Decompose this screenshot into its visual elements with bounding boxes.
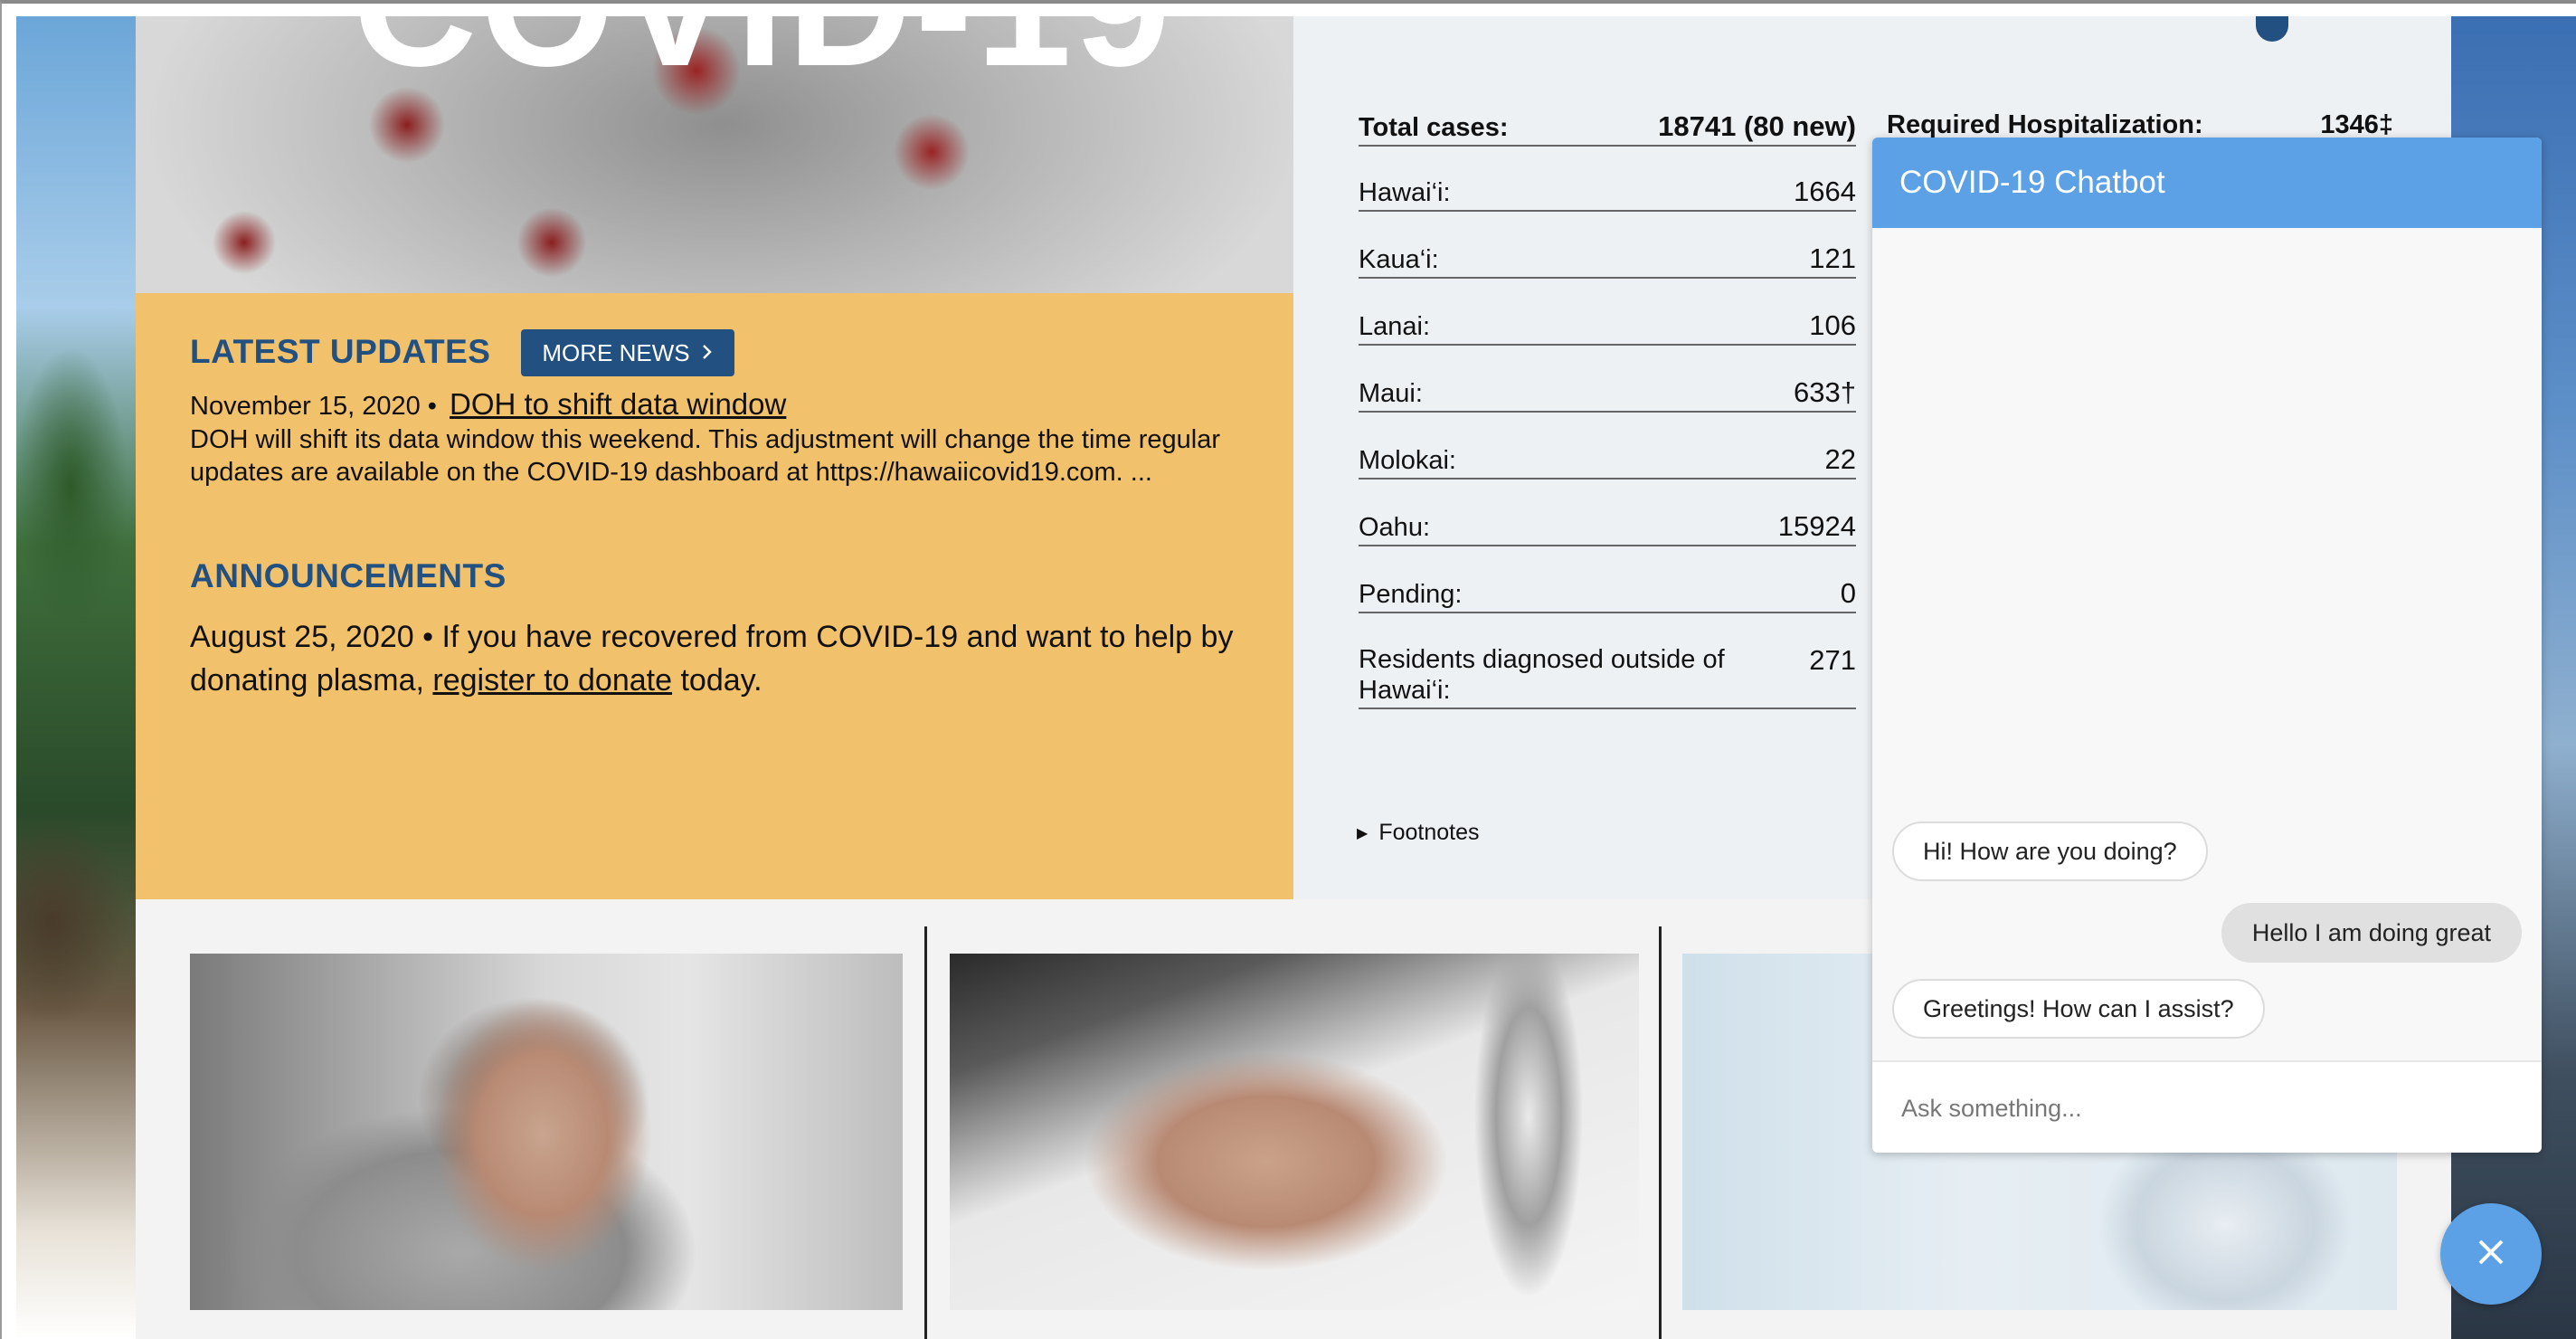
hero-title: COVID-19 <box>353 16 1174 105</box>
hospitalization-label: Required Hospitalization: <box>1887 110 2203 139</box>
stats-row: Hawai‘i: 1664 <box>1359 176 1856 212</box>
stats-row-label: Hawai‘i: <box>1359 178 1451 207</box>
more-news-label: MORE NEWS <box>542 338 690 366</box>
chat-message-bot: Hi! How are you doing? <box>1892 821 2208 881</box>
stats-row-label: Molokai: <box>1359 446 1456 475</box>
photo-divider <box>924 926 927 1339</box>
handwashing-photo[interactable] <box>950 954 1639 1310</box>
stats-row-value: 633† <box>1794 376 1856 408</box>
chatbot-header: COVID-19 Chatbot <box>1872 138 2542 228</box>
stats-row: Maui: 633† <box>1359 376 1856 413</box>
stats-row-value: 121 <box>1809 242 1856 274</box>
announcement-text: August 25, 2020 • If you have recovered … <box>190 615 1248 702</box>
announcement-text-after: today. <box>680 663 762 698</box>
chat-message-user: Hello I am doing great <box>2221 903 2522 963</box>
stats-row-label: Oahu: <box>1359 513 1430 542</box>
news-title-link[interactable]: DOH to shift data window <box>450 387 786 421</box>
news-date: November 15, 2020 • <box>190 392 437 421</box>
close-icon <box>2473 1226 2509 1282</box>
chat-input[interactable] <box>1899 1087 2518 1129</box>
stats-row-label: Maui: <box>1359 379 1423 408</box>
stats-row: Oahu: 15924 <box>1359 510 1856 546</box>
chatbot-window: COVID-19 Chatbot Hi! How are you doing? … <box>1872 138 2542 1153</box>
hero-virus-image: COVID-19 <box>136 16 1293 293</box>
woman-coughing-photo[interactable] <box>190 954 903 1310</box>
footnotes-label: Footnotes <box>1378 820 1480 845</box>
stats-row: Residents diagnosed outside of Hawai‘i: … <box>1359 644 1856 709</box>
total-cases-value: 18741 (80 new) <box>1658 110 1856 142</box>
photo-divider <box>1659 926 1662 1339</box>
chat-message-bot: Greetings! How can I assist? <box>1892 979 2265 1039</box>
stats-row: Lanai: 106 <box>1359 309 1856 346</box>
chevron-right-icon <box>701 339 714 367</box>
stats-row-label: Residents diagnosed outside of Hawai‘i: <box>1359 645 1725 705</box>
more-news-button[interactable]: MORE NEWS <box>521 329 734 376</box>
footnotes-toggle[interactable]: ▶ Footnotes <box>1357 820 1480 846</box>
announcements-heading: ANNOUNCEMENTS <box>190 557 507 594</box>
latest-updates-heading: LATEST UPDATES <box>190 333 491 370</box>
disclosure-triangle-icon: ▶ <box>1357 825 1368 841</box>
news-summary: DOH will shift its data window this week… <box>190 425 1221 487</box>
hospitalization-value: 1346‡ <box>2320 110 2393 139</box>
chat-input-bar <box>1872 1060 2542 1153</box>
hospitalization-row: Required Hospitalization: 1346‡ <box>1887 110 2393 140</box>
chatbot-title: COVID-19 Chatbot <box>1899 165 2165 200</box>
stats-row-label: Kaua‘i: <box>1359 245 1439 274</box>
stats-row: Kaua‘i: 121 <box>1359 242 1856 279</box>
total-cases-label: Total cases: <box>1359 113 1509 142</box>
register-to-donate-link[interactable]: register to donate <box>432 663 672 698</box>
stats-row-value: 15924 <box>1777 510 1856 542</box>
updates-section: LATEST UPDATES MORE NEWS November 15, 20… <box>136 293 1293 899</box>
stats-row-label: Pending: <box>1359 580 1463 609</box>
stats-row-label: Lanai: <box>1359 312 1431 341</box>
stats-total-row: Total cases: 18741 (80 new) <box>1359 110 1856 147</box>
news-item-header: November 15, 2020 • DOH to shift data wi… <box>190 387 786 422</box>
stats-row-value: 0 <box>1840 577 1856 609</box>
stats-row-value: 271 <box>1809 644 1856 676</box>
stats-row-value: 1664 <box>1794 176 1856 207</box>
stats-row-value: 106 <box>1809 309 1856 341</box>
close-chat-button[interactable] <box>2440 1203 2542 1305</box>
stats-row: Pending: 0 <box>1359 577 1856 613</box>
map-pin-icon <box>2256 16 2288 42</box>
stats-row: Molokai: 22 <box>1359 443 1856 480</box>
stats-row-value: 22 <box>1824 443 1856 475</box>
